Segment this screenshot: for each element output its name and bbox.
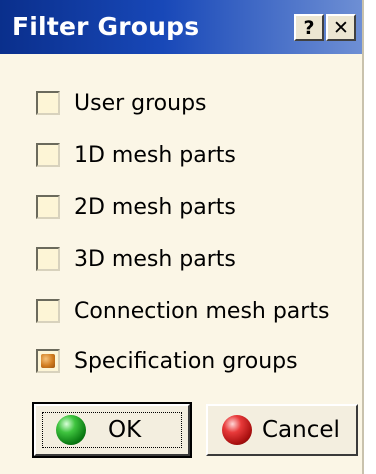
filter-groups-dialog: Filter Groups ? ✕ User groups 1D mesh pa… [0,0,364,474]
ok-label: OK [108,417,142,443]
checkbox-mark-icon [41,354,55,368]
cancel-label: Cancel [262,417,340,443]
close-icon: ✕ [333,16,349,39]
help-button[interactable]: ? [294,14,324,41]
option-specification-groups[interactable]: Specification groups [36,344,298,378]
option-label: Specification groups [74,348,298,374]
checkbox[interactable] [36,143,60,167]
dialog-title: Filter Groups [12,12,200,41]
close-button[interactable]: ✕ [326,14,356,41]
option-connection-mesh-parts[interactable]: Connection mesh parts [36,294,329,328]
ok-button[interactable]: OK [34,404,190,456]
red-ball-icon [222,415,252,445]
option-label: 3D mesh parts [74,246,236,272]
option-label: Connection mesh parts [74,298,330,324]
help-icon: ? [303,16,315,39]
option-user-groups[interactable]: User groups [36,86,207,120]
option-2d-mesh-parts[interactable]: 2D mesh parts [36,190,236,224]
option-1d-mesh-parts[interactable]: 1D mesh parts [36,138,236,172]
option-label: 2D mesh parts [74,194,236,220]
checkbox[interactable] [36,91,60,115]
checkbox-checked[interactable] [36,349,60,373]
checkbox[interactable] [36,195,60,219]
cancel-button[interactable]: Cancel [206,404,358,456]
title-bar[interactable]: Filter Groups ? ✕ [0,0,362,54]
checkbox[interactable] [36,247,60,271]
option-label: 1D mesh parts [74,142,236,168]
option-3d-mesh-parts[interactable]: 3D mesh parts [36,242,236,276]
option-label: User groups [74,90,207,116]
green-ball-icon [56,415,86,445]
checkbox[interactable] [36,299,60,323]
